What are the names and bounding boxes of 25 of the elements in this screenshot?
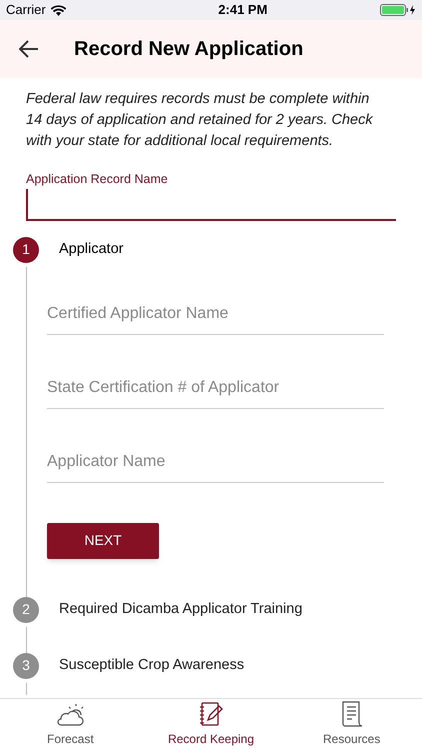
text-field[interactable]: Applicator Name (47, 442, 384, 483)
notice-text: Federal law requires records must be complete within 14 days of application and retained for 2 years. Check with your state for additional local requirements. (26, 90, 374, 151)
text-field[interactable]: State Certification # of Applicator (47, 368, 384, 409)
tab-item[interactable]: Resources (281, 699, 422, 750)
page-title: Record New Application (74, 37, 304, 62)
tab-item[interactable]: Record Keeping (140, 699, 282, 750)
notebook-pencil-icon (198, 701, 224, 727)
step-number: 3 (13, 652, 39, 679)
document-icon (340, 701, 364, 727)
tab-item[interactable]: Forecast (0, 699, 141, 750)
back-arrow-icon (19, 40, 39, 58)
wifi-icon (50, 4, 66, 16)
step-number: 2 (13, 596, 39, 623)
step-title[interactable]: Susceptible Crop Awareness (59, 652, 244, 679)
next-button[interactable]: NEXT (47, 522, 159, 559)
text-field[interactable]: Certified Applicator Name (47, 294, 384, 335)
step-title[interactable]: Required Dicamba Applicator Training (59, 596, 302, 623)
field-label: Application Record Name (26, 171, 169, 188)
step-number: 1 (13, 236, 39, 263)
battery-charging-icon (380, 4, 416, 16)
carrier-label: Carrier (6, 1, 46, 20)
step-title[interactable]: Applicator (59, 236, 124, 263)
clock-time: 2:41 PM (218, 1, 268, 20)
cloud-sun-icon (55, 701, 86, 727)
record-name-field[interactable]: Application Record Name (26, 170, 396, 221)
